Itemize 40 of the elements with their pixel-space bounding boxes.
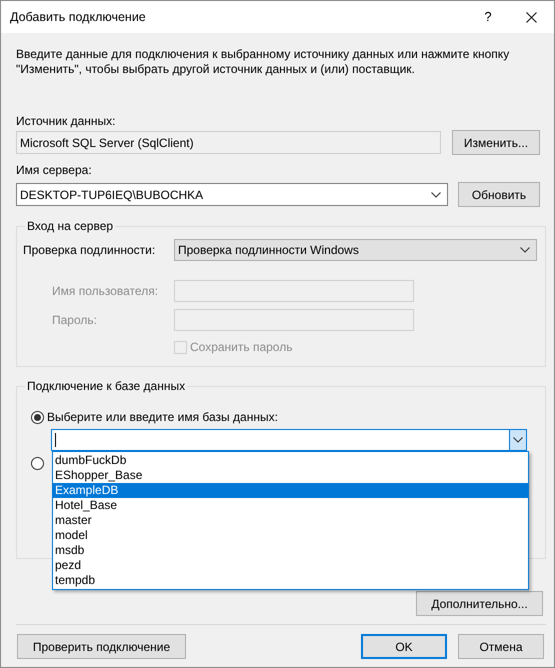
help-button[interactable]: ? bbox=[468, 1, 508, 33]
radio-button[interactable] bbox=[31, 457, 44, 470]
refresh-button[interactable]: Обновить bbox=[458, 182, 540, 207]
dropdown-button[interactable] bbox=[509, 430, 526, 450]
radio-label: Выберите или введите имя базы данных: bbox=[47, 409, 278, 426]
server-name-combo[interactable]: DESKTOP-TUP6IEQ\BUBOCHKA bbox=[16, 183, 448, 206]
advanced-button[interactable]: Дополнительно... bbox=[416, 591, 543, 616]
auth-label: Проверка подлинности: bbox=[23, 242, 156, 259]
data-source-label: Источник данных: bbox=[16, 113, 116, 130]
auth-select[interactable]: Проверка подлинности Windows bbox=[174, 239, 537, 261]
list-item[interactable]: ExampleDB bbox=[53, 483, 528, 498]
change-button[interactable]: Изменить... bbox=[452, 130, 540, 155]
data-source-field: Microsoft SQL Server (SqlClient) bbox=[16, 131, 441, 154]
window-title: Добавить подключение bbox=[10, 8, 147, 26]
dialog-button[interactable]: Проверить подключение bbox=[17, 634, 186, 659]
field-label: Пароль: bbox=[51, 312, 98, 329]
description-text: Введите данные для подключения к выбранному источнику данных или нажмите кнопку "Изменить", чтобы выбрать другой источник данных и (или) поставщик. bbox=[16, 47, 510, 77]
server-name-label: Имя сервера: bbox=[16, 162, 93, 179]
list-item[interactable]: model bbox=[53, 528, 528, 543]
save-password-label: Сохранить пароль bbox=[190, 339, 292, 356]
list-item[interactable]: EShopper_Base bbox=[53, 468, 528, 483]
radio-button[interactable] bbox=[31, 410, 44, 424]
group-title: Подключение к базе данных bbox=[26, 378, 186, 395]
list-item[interactable]: Hotel_Base bbox=[53, 498, 528, 513]
dialog-button[interactable]: Отмена bbox=[458, 634, 544, 659]
chevron-down-icon bbox=[513, 437, 523, 443]
list-item[interactable]: tempdb bbox=[53, 573, 528, 588]
list-item[interactable]: msdb bbox=[53, 543, 528, 558]
input-field[interactable] bbox=[174, 280, 414, 302]
input-field[interactable] bbox=[174, 309, 414, 331]
dialog-button[interactable]: OK bbox=[361, 634, 447, 659]
field-label: Имя пользователя: bbox=[51, 283, 160, 300]
close-icon bbox=[526, 12, 536, 22]
group-title: Вход на сервер bbox=[26, 218, 114, 235]
chevron-down-icon bbox=[520, 247, 530, 253]
chevron-down-icon bbox=[431, 192, 441, 198]
text-cursor bbox=[55, 433, 56, 447]
list-item[interactable]: dumbFuckDb bbox=[53, 453, 528, 468]
list-item[interactable]: master bbox=[53, 513, 528, 528]
list-item[interactable]: pezd bbox=[53, 558, 528, 573]
